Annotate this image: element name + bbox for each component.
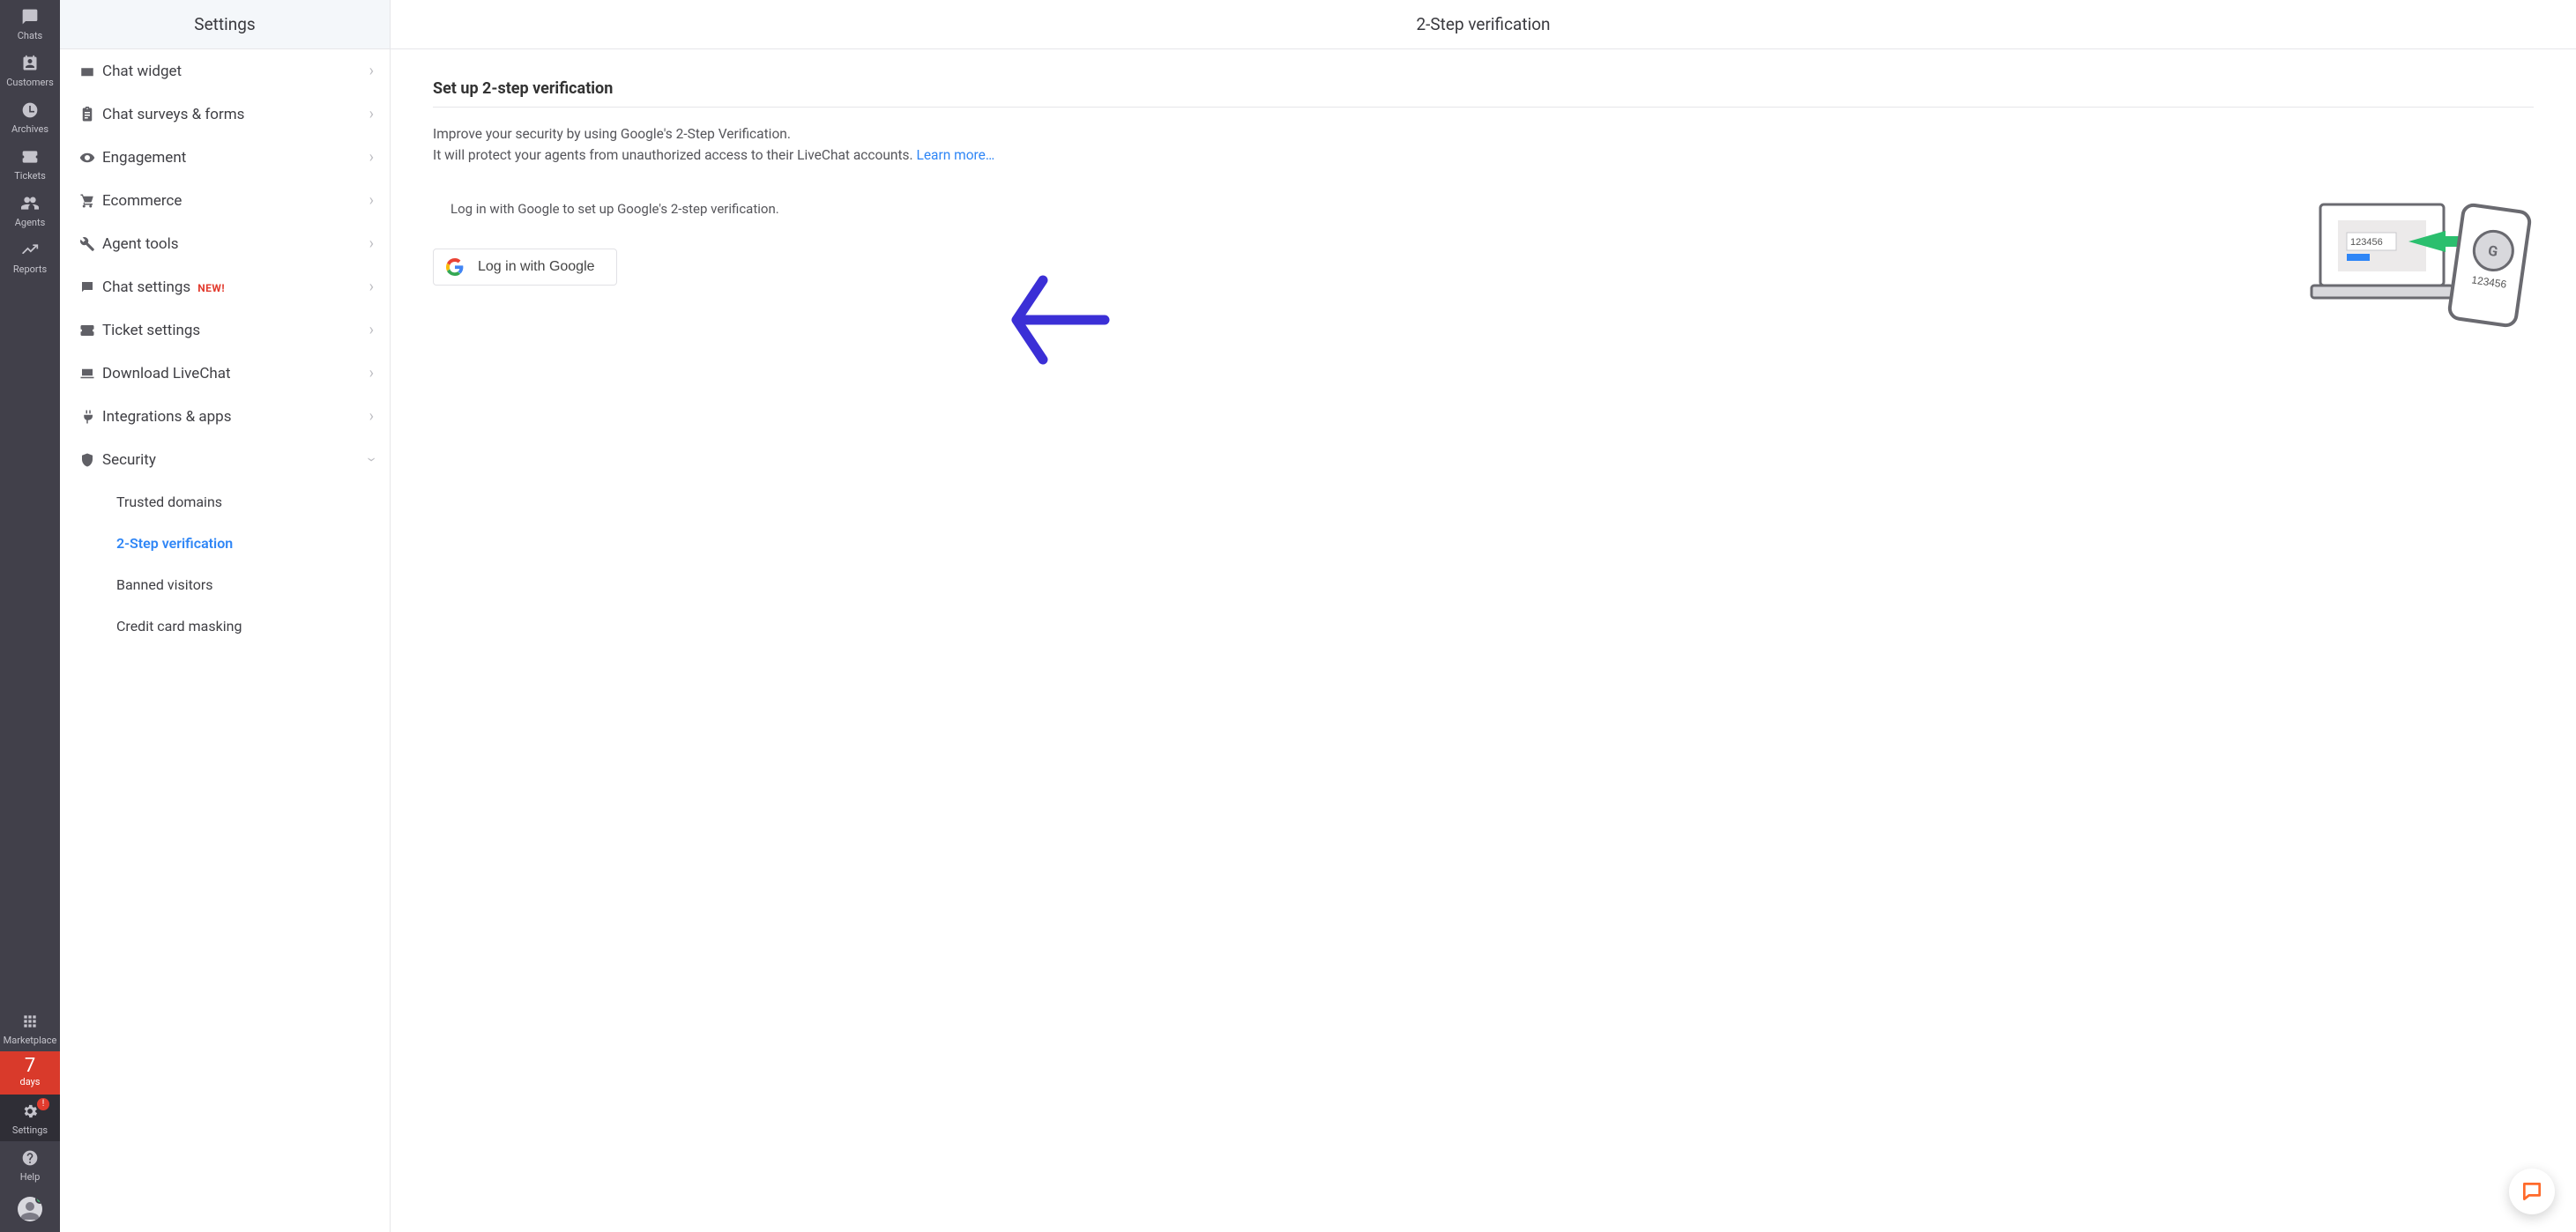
sidebar-title: Settings xyxy=(60,0,390,49)
rail-label: Archives xyxy=(11,123,48,135)
menu-item-chat-surveys[interactable]: Chat surveys & forms › xyxy=(60,93,390,136)
menu-item-agent-tools[interactable]: Agent tools › xyxy=(60,222,390,265)
chevron-right-icon: › xyxy=(369,234,374,253)
rail-item-chats[interactable]: Chats xyxy=(0,0,60,47)
rail-item-reports[interactable]: Reports xyxy=(0,234,60,280)
menu-item-security[interactable]: Security › xyxy=(60,438,390,481)
menu-item-download-livechat[interactable]: Download LiveChat › xyxy=(60,352,390,395)
rail-item-help[interactable]: Help xyxy=(0,1141,60,1188)
sub-item-2step-verification[interactable]: 2-Step verification xyxy=(60,523,390,564)
chat-bubble-icon xyxy=(2520,1180,2543,1203)
clock-icon xyxy=(20,100,40,120)
sub-item-trusted-domains[interactable]: Trusted domains xyxy=(60,481,390,523)
left-rail: Chats Customers Archives Tickets Agents … xyxy=(0,0,60,1232)
menu-label: Chat surveys & forms xyxy=(102,106,369,123)
chevron-right-icon: › xyxy=(369,191,374,210)
section-desc-line1: Improve your security by using Google's … xyxy=(433,123,2534,145)
chat-bubble-icon xyxy=(79,279,102,295)
shield-icon xyxy=(79,452,102,468)
rail-label: Marketplace xyxy=(4,1035,57,1046)
rail-item-customers[interactable]: Customers xyxy=(0,47,60,93)
rail-item-archives[interactable]: Archives xyxy=(0,93,60,140)
menu-item-engagement[interactable]: Engagement › xyxy=(60,136,390,179)
plug-icon xyxy=(79,409,102,425)
agents-icon xyxy=(20,194,40,213)
google-logo-icon xyxy=(446,258,464,276)
menu-label: Engagement xyxy=(102,149,369,167)
learn-more-link[interactable]: Learn more… xyxy=(916,147,994,163)
menu-item-chat-widget[interactable]: Chat widget › xyxy=(60,49,390,93)
chevron-right-icon: › xyxy=(369,148,374,167)
main-body: Set up 2-step verification Improve your … xyxy=(391,49,2576,1232)
svg-text:123456: 123456 xyxy=(2350,237,2383,248)
menu-label: Agent tools xyxy=(102,235,369,253)
menu-label: Integrations & apps xyxy=(102,408,369,426)
rail-trial-counter[interactable]: 7 days xyxy=(0,1051,60,1095)
section-title: Set up 2-step verification xyxy=(433,79,2534,108)
grid-apps-icon xyxy=(20,1012,40,1031)
sub-item-credit-card-masking[interactable]: Credit card masking xyxy=(60,605,390,647)
rail-label: Help xyxy=(20,1171,41,1183)
sub-item-banned-visitors[interactable]: Banned visitors xyxy=(60,564,390,605)
rail-label: Reports xyxy=(13,263,47,275)
rail-label: Chats xyxy=(18,30,42,41)
chevron-right-icon: › xyxy=(369,62,374,80)
menu-label: Chat widget xyxy=(102,63,369,80)
menu-label: Ecommerce xyxy=(102,192,369,210)
menu-label: Security xyxy=(102,451,369,469)
rail-avatar[interactable] xyxy=(0,1188,60,1232)
customers-icon xyxy=(20,54,40,73)
chat-icon xyxy=(20,7,40,26)
chevron-right-icon: › xyxy=(369,364,374,382)
login-hint: Log in with Google to set up Google's 2-… xyxy=(450,201,2278,217)
menu-item-chat-settings[interactable]: Chat settingsNEW! › xyxy=(60,265,390,308)
presence-dot-icon xyxy=(35,1197,42,1204)
chevron-right-icon: › xyxy=(369,278,374,296)
rail-item-marketplace[interactable]: Marketplace xyxy=(0,1005,60,1051)
rail-label: Agents xyxy=(15,217,46,228)
main-panel: 2-Step verification Set up 2-step verifi… xyxy=(391,0,2576,1232)
chevron-right-icon: › xyxy=(369,407,374,426)
section-desc-line2: It will protect your agents from unautho… xyxy=(433,145,2534,166)
menu-label: Download LiveChat xyxy=(102,365,369,382)
laptop-icon xyxy=(79,366,102,382)
eye-icon xyxy=(79,150,102,166)
reports-trend-icon xyxy=(20,241,40,260)
rail-label: Customers xyxy=(6,77,54,88)
widget-icon xyxy=(79,63,102,79)
login-with-google-button[interactable]: Log in with Google xyxy=(433,249,617,286)
sidebar-scroll[interactable]: Chat widget › Chat surveys & forms › Eng… xyxy=(60,49,390,1232)
clipboard-icon xyxy=(79,107,102,122)
menu-item-ticket-settings[interactable]: Ticket settings › xyxy=(60,308,390,352)
cart-icon xyxy=(79,193,102,209)
settings-alert-badge: ! xyxy=(37,1098,49,1110)
rail-item-settings[interactable]: ! Settings xyxy=(0,1095,60,1141)
rail-item-tickets[interactable]: Tickets xyxy=(0,140,60,187)
menu-label: Ticket settings xyxy=(102,322,369,339)
wrench-icon xyxy=(79,236,102,252)
page-title: 2-Step verification xyxy=(391,0,2576,49)
new-tag: NEW! xyxy=(197,282,225,294)
chevron-right-icon: › xyxy=(369,321,374,339)
trial-days-count: 7 xyxy=(0,1057,60,1076)
rail-label: Tickets xyxy=(14,170,46,182)
menu-label: Chat settingsNEW! xyxy=(102,278,369,296)
rail-label: Settings xyxy=(12,1124,48,1136)
chevron-down-icon: › xyxy=(362,457,381,462)
settings-sidebar: Settings Chat widget › Chat surveys & fo… xyxy=(60,0,391,1232)
illustration: 123456 G 123456 xyxy=(2304,189,2534,330)
chevron-right-icon: › xyxy=(369,105,374,123)
annotation-arrow-icon xyxy=(1008,271,1113,368)
chat-help-fab[interactable] xyxy=(2509,1169,2555,1214)
menu-item-ecommerce[interactable]: Ecommerce › xyxy=(60,179,390,222)
ticket-icon xyxy=(20,147,40,167)
google-button-label: Log in with Google xyxy=(478,259,595,275)
ticket-icon xyxy=(79,323,102,338)
menu-item-integrations[interactable]: Integrations & apps › xyxy=(60,395,390,438)
help-icon xyxy=(20,1148,40,1168)
rail-item-agents[interactable]: Agents xyxy=(0,187,60,234)
trial-days-label: days xyxy=(0,1076,60,1087)
avatar-circle xyxy=(18,1197,42,1221)
rail-spacer xyxy=(0,280,60,1005)
